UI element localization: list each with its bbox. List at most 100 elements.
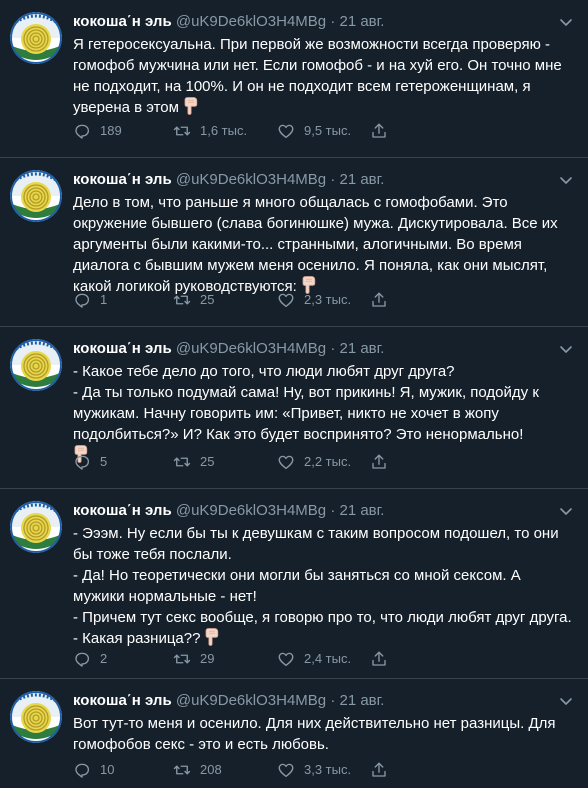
tweet-content: кокоша΄н эль @uK9De6klO3H4MBg · 21 авг. … bbox=[73, 339, 574, 466]
tweet-text-body: Я гетеросексуальна. При первой же возмож… bbox=[73, 36, 562, 116]
reply-button[interactable]: 1 bbox=[73, 290, 107, 310]
like-button[interactable]: 2,4 тыс. bbox=[277, 649, 351, 669]
tweet[interactable]: кокоша΄н эль @uK9De6klO3H4MBg · 21 авг. … bbox=[0, 327, 588, 489]
chevron-down-icon[interactable] bbox=[558, 339, 574, 359]
tweet-date[interactable]: 21 авг. bbox=[339, 502, 384, 519]
author-handle[interactable]: @uK9De6klO3H4MBg bbox=[176, 340, 326, 357]
author-handle[interactable]: @uK9De6klO3H4MBg bbox=[176, 502, 326, 519]
retweet-icon bbox=[173, 122, 191, 140]
tweet-header: кокоша΄н эль @uK9De6klO3H4MBg · 21 авг. bbox=[73, 12, 574, 32]
like-count: 3,3 тыс. bbox=[304, 762, 352, 777]
author-handle[interactable]: @uK9De6klO3H4MBg bbox=[176, 13, 326, 30]
like-button[interactable]: 2,2 тыс. bbox=[277, 452, 351, 472]
reply-count: 2 bbox=[100, 651, 108, 666]
reply-icon bbox=[73, 122, 91, 140]
avatar[interactable] bbox=[10, 12, 62, 64]
retweet-button[interactable]: 208 bbox=[173, 760, 222, 780]
tweet-content: кокоша΄н эль @uK9De6klO3H4MBg · 21 авг. … bbox=[73, 12, 574, 118]
tweet-date[interactable]: 21 авг. bbox=[339, 13, 384, 30]
tweet-content: кокоша΄н эль @uK9De6klO3H4MBg · 21 авг. … bbox=[73, 501, 574, 649]
like-button[interactable]: 9,5 тыс. bbox=[277, 121, 351, 141]
retweet-count: 25 bbox=[200, 454, 215, 469]
author-name[interactable]: кокоша΄н эль bbox=[73, 340, 172, 357]
reply-button[interactable]: 5 bbox=[73, 452, 107, 472]
avatar[interactable] bbox=[10, 691, 62, 743]
like-button[interactable]: 2,3 тыс. bbox=[277, 290, 351, 310]
reply-count: 189 bbox=[100, 123, 122, 138]
retweet-button[interactable]: 1,6 тыс. bbox=[173, 121, 247, 141]
reply-button[interactable]: 10 bbox=[73, 760, 114, 780]
reply-icon bbox=[73, 291, 91, 309]
share-icon bbox=[370, 291, 388, 309]
tweet-date[interactable]: 21 авг. bbox=[339, 692, 384, 709]
chevron-down-icon[interactable] bbox=[558, 170, 574, 190]
reply-icon bbox=[73, 650, 91, 668]
heart-icon bbox=[277, 453, 295, 471]
reply-count: 1 bbox=[100, 292, 108, 307]
separator-dot: · bbox=[330, 340, 336, 357]
tweet[interactable]: кокоша΄н эль @uK9De6klO3H4MBg · 21 авг. … bbox=[0, 0, 588, 158]
retweet-button[interactable]: 25 bbox=[173, 452, 214, 472]
avatar[interactable] bbox=[10, 339, 62, 391]
share-button[interactable] bbox=[370, 760, 388, 780]
tweet-date[interactable]: 21 авг. bbox=[339, 340, 384, 357]
tweet-text: - Какое тебе дело до того, что люди любя… bbox=[73, 361, 574, 466]
tweet-header: кокоша΄н эль @uK9De6klO3H4MBg · 21 авг. bbox=[73, 691, 574, 711]
share-button[interactable] bbox=[370, 452, 388, 472]
heart-icon bbox=[277, 291, 295, 309]
avatar[interactable] bbox=[10, 170, 62, 222]
heart-icon bbox=[277, 122, 295, 140]
tweet-header: кокоша΄н эль @uK9De6klO3H4MBg · 21 авг. bbox=[73, 501, 574, 521]
share-icon bbox=[370, 650, 388, 668]
chevron-down-icon[interactable] bbox=[558, 12, 574, 32]
author-handle[interactable]: @uK9De6klO3H4MBg bbox=[176, 692, 326, 709]
separator-dot: · bbox=[330, 502, 336, 519]
share-button[interactable] bbox=[370, 649, 388, 669]
share-button[interactable] bbox=[370, 121, 388, 141]
reply-count: 10 bbox=[100, 762, 115, 777]
tweet-content: кокоша΄н эль @uK9De6klO3H4MBg · 21 авг. … bbox=[73, 170, 574, 297]
author-name[interactable]: кокоша΄н эль bbox=[73, 13, 172, 30]
share-icon bbox=[370, 453, 388, 471]
reply-button[interactable]: 2 bbox=[73, 649, 107, 669]
retweet-button[interactable]: 25 bbox=[173, 290, 214, 310]
tweet[interactable]: кокоша΄н эль @uK9De6klO3H4MBg · 21 авг. … bbox=[0, 158, 588, 327]
share-icon bbox=[370, 761, 388, 779]
tweet-text: Вот тут-то меня и осенило. Для них дейст… bbox=[73, 713, 574, 755]
retweet-icon bbox=[173, 291, 191, 309]
tweet-text: Я гетеросексуальна. При первой же возмож… bbox=[73, 34, 574, 118]
author-handle[interactable]: @uK9De6klO3H4MBg bbox=[176, 171, 326, 188]
tweet-text-body: - Какое тебе дело до того, что люди любя… bbox=[73, 363, 539, 443]
heart-icon bbox=[277, 761, 295, 779]
retweet-icon bbox=[173, 453, 191, 471]
tweet-text: Дело в том, что раньше я много общалась … bbox=[73, 192, 574, 297]
separator-dot: · bbox=[330, 692, 336, 709]
heart-icon bbox=[277, 650, 295, 668]
retweet-icon bbox=[173, 650, 191, 668]
reply-count: 5 bbox=[100, 454, 108, 469]
like-button[interactable]: 3,3 тыс. bbox=[277, 760, 351, 780]
share-icon bbox=[370, 122, 388, 140]
author-name[interactable]: кокоша΄н эль bbox=[73, 171, 172, 188]
like-count: 9,5 тыс. bbox=[304, 123, 352, 138]
tweet-text-body: Вот тут-то меня и осенило. Для них дейст… bbox=[73, 715, 556, 753]
tweet-text-body: - Эээм. Ну если бы ты к девушкам с таким… bbox=[73, 525, 572, 647]
share-button[interactable] bbox=[370, 290, 388, 310]
chevron-down-icon[interactable] bbox=[558, 691, 574, 711]
reply-button[interactable]: 189 bbox=[73, 121, 122, 141]
retweet-count: 25 bbox=[200, 292, 215, 307]
tweet[interactable]: кокоша΄н эль @uK9De6klO3H4MBg · 21 авг. … bbox=[0, 679, 588, 788]
separator-dot: · bbox=[330, 171, 336, 188]
separator-dot: · bbox=[330, 13, 336, 30]
reply-icon bbox=[73, 761, 91, 779]
author-name[interactable]: кокоша΄н эль bbox=[73, 692, 172, 709]
chevron-down-icon[interactable] bbox=[558, 501, 574, 521]
like-count: 2,2 тыс. bbox=[304, 454, 352, 469]
avatar[interactable] bbox=[10, 501, 62, 553]
pointing-down-emoji-icon bbox=[204, 628, 221, 646]
tweet-date[interactable]: 21 авг. bbox=[339, 171, 384, 188]
author-name[interactable]: кокоша΄н эль bbox=[73, 502, 172, 519]
reply-icon bbox=[73, 453, 91, 471]
tweet[interactable]: кокоша΄н эль @uK9De6klO3H4MBg · 21 авг. … bbox=[0, 489, 588, 679]
retweet-button[interactable]: 29 bbox=[173, 649, 214, 669]
